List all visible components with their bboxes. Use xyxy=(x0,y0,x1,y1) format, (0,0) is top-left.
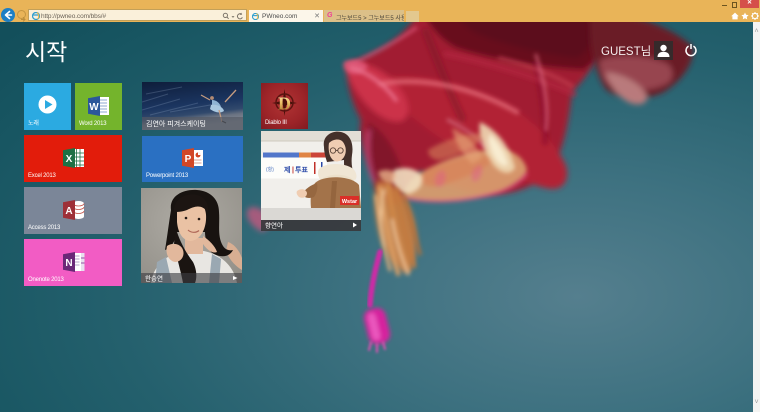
svg-text:제: 제 xyxy=(284,165,290,174)
svg-text:Wstar: Wstar xyxy=(342,199,358,205)
svg-text:김연아 피겨스케이팅: 김연아 피겨스케이팅 xyxy=(146,119,206,128)
svg-text:향연아: 향연아 xyxy=(265,221,283,230)
svg-text:D: D xyxy=(278,94,291,114)
svg-text:투표: 투표 xyxy=(295,166,308,174)
svg-text:X: X xyxy=(66,154,73,165)
svg-text:N: N xyxy=(65,258,72,269)
svg-text:W: W xyxy=(89,102,99,113)
svg-text:(항): (항) xyxy=(266,166,274,173)
svg-text:A: A xyxy=(65,206,72,217)
svg-text:한승연: 한승연 xyxy=(145,275,163,283)
svg-text:P: P xyxy=(185,154,192,165)
svg-text:|: | xyxy=(292,167,294,174)
